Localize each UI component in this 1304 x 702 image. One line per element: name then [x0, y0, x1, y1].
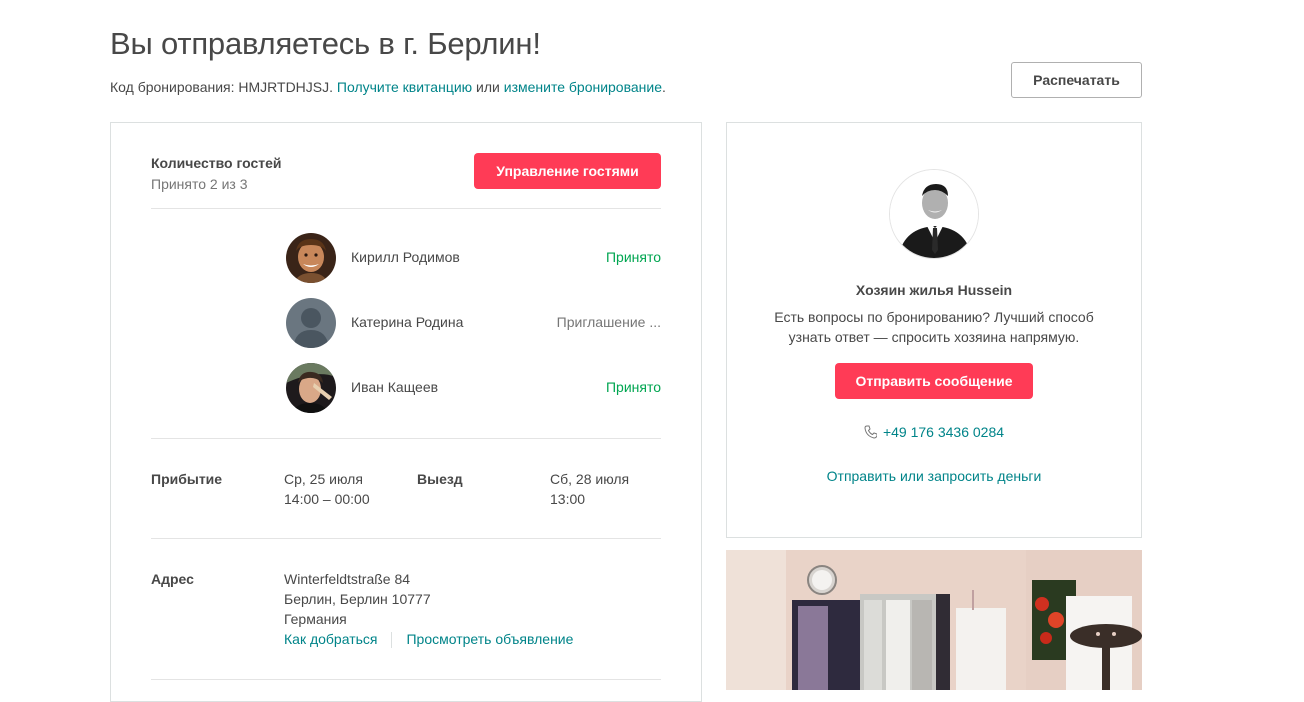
directions-link[interactable]: Как добраться — [284, 631, 377, 647]
manage-guests-button[interactable]: Управление гостями — [474, 153, 661, 189]
host-phone-row: +49 176 3436 0284 — [727, 424, 1141, 442]
host-description: Есть вопросы по бронированию? Лучший спо… — [727, 307, 1141, 347]
host-card: Хозяин жилья Hussein Есть вопросы по бро… — [726, 122, 1142, 538]
guest-avatar — [286, 363, 336, 413]
booking-code-line: Код бронирования: HMJRTDHJSJ. Получите к… — [110, 79, 666, 95]
address-line2: Берлин, Берлин 10777 — [284, 591, 431, 607]
departure-time: 13:00 — [550, 491, 586, 507]
change-booking-link[interactable]: измените бронирование — [504, 79, 662, 95]
guests-accepted-count: Принято 2 из 3 — [151, 176, 248, 192]
address-line1: Winterfeldtstraße 84 — [284, 571, 411, 587]
send-message-button[interactable]: Отправить сообщение — [835, 363, 1033, 399]
address-line3: Германия — [284, 611, 347, 627]
host-title: Хозяин жилья Hussein — [855, 282, 1013, 298]
host-phone-link[interactable]: +49 176 3436 0284 — [883, 424, 1004, 440]
arrival-date: Ср, 25 июля — [284, 471, 363, 487]
arrival-label: Прибытие — [151, 471, 223, 487]
guest-name: Иван Кащеев — [351, 379, 439, 395]
address-links: Как добраться Просмотреть объявление — [284, 629, 573, 649]
phone-icon — [864, 425, 878, 442]
guest-name: Катерина Родина — [351, 314, 464, 330]
period: . — [662, 79, 666, 95]
guest-status: Приглашение ... — [556, 314, 661, 330]
page-title: Вы отправляетесь в г. Берлин! — [110, 26, 541, 61]
link-separator — [391, 632, 393, 649]
guest-row[interactable]: Катерина Родина Приглашение ... — [286, 298, 661, 348]
send-request-money-link[interactable]: Отправить или запросить деньги — [827, 468, 1042, 484]
departure-label: Выезд — [417, 471, 463, 487]
reservation-details-card: Количество гостей Принято 2 из 3 Управле… — [110, 122, 702, 702]
arrival-time: 14:00 – 00:00 — [284, 491, 370, 507]
listing-photo[interactable] — [726, 550, 1142, 690]
guest-avatar — [286, 233, 336, 283]
guest-status: Принято — [605, 249, 661, 265]
guest-status: Принято — [605, 379, 661, 395]
money-row: Отправить или запросить деньги — [727, 468, 1141, 484]
or-text: или — [476, 79, 500, 95]
host-description-line2: узнать ответ — спросить хозяина напрямую… — [788, 329, 1080, 345]
guest-row[interactable]: Кирилл Родимов Принято — [286, 233, 661, 283]
guest-name: Кирилл Родимов — [351, 249, 460, 265]
guest-avatar-placeholder — [286, 298, 336, 348]
host-avatar[interactable] — [889, 169, 979, 259]
receipt-link[interactable]: Получите квитанцию — [337, 79, 472, 95]
address-label: Адрес — [151, 571, 194, 587]
divider — [151, 679, 661, 680]
view-listing-link[interactable]: Просмотреть объявление — [406, 631, 573, 647]
divider — [151, 438, 661, 439]
print-button[interactable]: Распечатать — [1011, 62, 1142, 98]
divider — [151, 208, 661, 209]
divider — [151, 538, 661, 539]
booking-code: Код бронирования: HMJRTDHJSJ. — [110, 79, 334, 95]
host-description-line1: Есть вопросы по бронированию? Лучший спо… — [774, 309, 1094, 325]
guest-row[interactable]: Иван Кащеев Принято — [286, 363, 661, 413]
guests-title: Количество гостей — [151, 155, 282, 171]
departure-date: Сб, 28 июля — [550, 471, 630, 487]
